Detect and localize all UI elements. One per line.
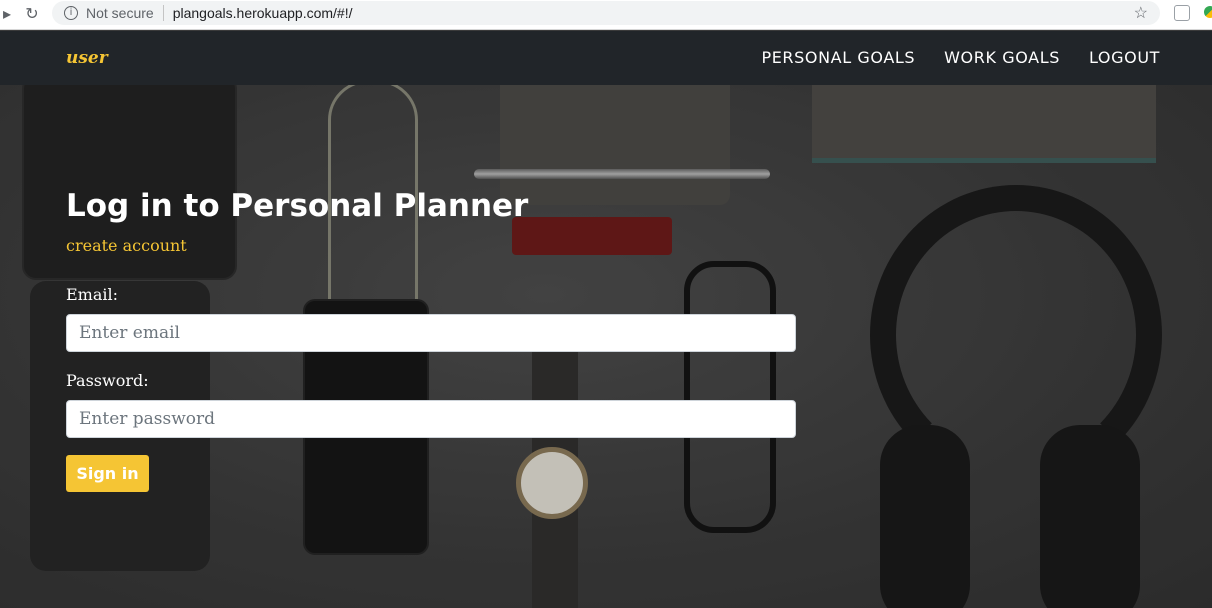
- back-icon[interactable]: ▸: [0, 3, 18, 25]
- nav-link-personal-goals[interactable]: PERSONAL GOALS: [761, 48, 915, 67]
- email-field[interactable]: [66, 314, 796, 352]
- navbar: user PERSONAL GOALS WORK GOALS LOGOUT: [0, 31, 1212, 85]
- url-text[interactable]: plangoals.herokuapp.com/#!/: [173, 5, 353, 21]
- hero-section: Log in to Personal Planner create accoun…: [0, 85, 1212, 608]
- nav-link-logout[interactable]: LOGOUT: [1089, 48, 1160, 67]
- nav-link-work-goals[interactable]: WORK GOALS: [944, 48, 1060, 67]
- page-title: Log in to Personal Planner: [66, 188, 529, 224]
- security-label: Not secure: [86, 5, 154, 21]
- star-icon[interactable]: ☆: [1134, 3, 1148, 23]
- password-label: Password:: [66, 371, 149, 390]
- nav-links: PERSONAL GOALS WORK GOALS LOGOUT: [761, 48, 1160, 67]
- reload-icon[interactable]: ↻: [21, 3, 43, 25]
- password-field[interactable]: [66, 400, 796, 438]
- brand-logo[interactable]: user: [66, 48, 108, 68]
- sign-in-button[interactable]: Sign in: [66, 455, 149, 492]
- info-icon[interactable]: i: [64, 6, 78, 20]
- extension-icon[interactable]: [1204, 6, 1212, 18]
- email-label: Email:: [66, 285, 119, 304]
- divider: [162, 5, 164, 21]
- create-account-link[interactable]: create account: [66, 236, 187, 255]
- extension-icon[interactable]: [1174, 5, 1190, 21]
- browser-toolbar: ▸ ↻ i Not secure plangoals.herokuapp.com…: [0, 0, 1212, 30]
- address-bar[interactable]: i Not secure plangoals.herokuapp.com/#!/…: [52, 1, 1160, 25]
